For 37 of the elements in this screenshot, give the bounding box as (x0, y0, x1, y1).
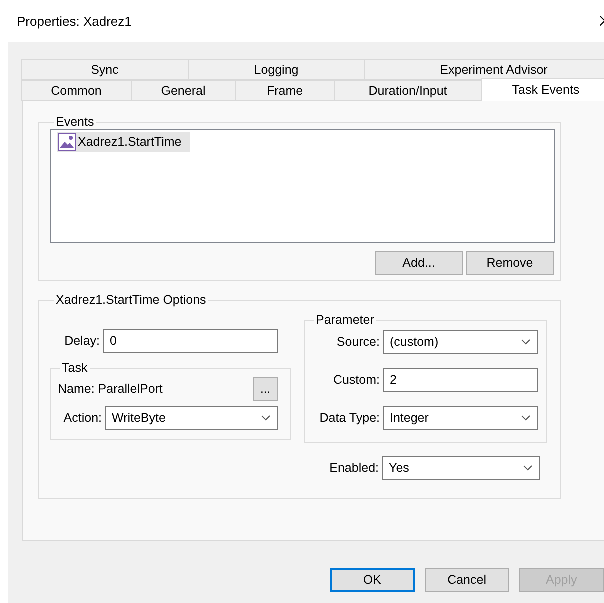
group-title: Events (55, 115, 96, 129)
group-title: Xadrez1.StartTime Options (55, 293, 208, 307)
chevron-icon (521, 415, 531, 421)
dialog-button[interactable]: Cancel (424, 568, 510, 592)
delay-field[interactable]: 0 (103, 329, 278, 353)
tab[interactable]: Common (21, 80, 132, 101)
field-label: Action: (62, 411, 102, 425)
tab[interactable]: Experiment Advisor (364, 59, 604, 80)
tab[interactable]: Duration/Input (334, 80, 482, 101)
enabled-dropdown[interactable]: Yes (382, 456, 540, 480)
browse-button[interactable]: ... (253, 377, 278, 401)
tab[interactable]: Task Events (481, 78, 604, 101)
dialog-button[interactable]: Add... (375, 251, 463, 275)
parameter-dropdown[interactable]: (custom) (383, 330, 538, 354)
list-item[interactable]: Xadrez1.StartTime (57, 132, 190, 152)
field-label: Custom: (332, 373, 380, 387)
field-label: Data Type: (318, 411, 380, 425)
task-name: Name: ParallelPort (58, 382, 163, 396)
window-title: Properties: Xadrez1 (17, 14, 132, 28)
dialog-button[interactable]: Remove (466, 251, 554, 275)
action-dropdown[interactable]: WriteByte (105, 406, 278, 430)
tab[interactable]: Frame (235, 80, 335, 101)
group-title: Task (61, 361, 89, 375)
dialog-button[interactable]: OK (330, 568, 415, 592)
tab[interactable]: Logging (188, 59, 365, 80)
field-label: Source: (336, 335, 380, 349)
chevron-icon (523, 465, 533, 471)
chevron-icon (261, 415, 271, 421)
group-title: Parameter (315, 313, 376, 327)
tab[interactable]: Sync (21, 59, 189, 80)
field-label: Delay: (64, 334, 100, 348)
tab[interactable]: General (131, 80, 236, 101)
parameter-dropdown[interactable]: Integer (383, 406, 538, 430)
image-icon (58, 133, 76, 151)
parameter-field[interactable]: 2 (383, 368, 538, 392)
chevron-icon (521, 339, 531, 345)
field-label: Enabled: (328, 461, 379, 475)
